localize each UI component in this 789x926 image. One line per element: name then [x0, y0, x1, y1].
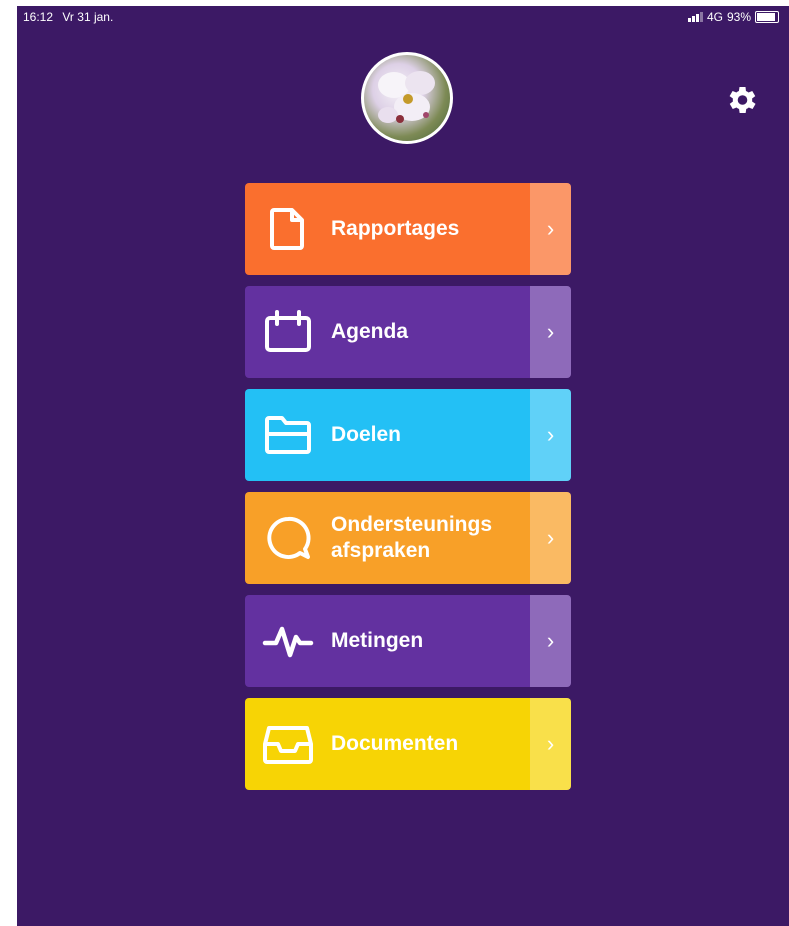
chevron-right-icon: ›: [530, 389, 571, 481]
main-menu: Rapportages › Agenda › Doelen › Onderste…: [245, 183, 571, 801]
calendar-icon: [245, 310, 331, 354]
chevron-right-icon: ›: [530, 492, 571, 584]
folder-icon: [245, 414, 331, 456]
avatar-photo: [378, 71, 435, 123]
menu-item-doelen[interactable]: Doelen ›: [245, 389, 571, 481]
network-label: 4G: [706, 10, 723, 24]
status-time-date: 16:12 Vr 31 jan.: [23, 10, 113, 24]
chevron-right-icon: ›: [530, 595, 571, 687]
pulse-icon: [245, 621, 331, 661]
menu-item-rapportages[interactable]: Rapportages ›: [245, 183, 571, 275]
status-indicators: 4G 93%: [687, 10, 779, 24]
menu-item-metingen[interactable]: Metingen ›: [245, 595, 571, 687]
inbox-tray-icon: [245, 722, 331, 766]
signal-icon: [687, 12, 703, 22]
battery-fill: [757, 13, 776, 21]
document-icon: [245, 207, 331, 251]
chevron-right-icon: ›: [530, 698, 571, 790]
gear-icon[interactable]: [723, 82, 759, 118]
status-date: Vr 31 jan.: [62, 10, 114, 24]
menu-item-documenten[interactable]: Documenten ›: [245, 698, 571, 790]
battery-icon: [755, 11, 779, 23]
avatar[interactable]: [361, 52, 453, 144]
status-time: 16:12: [23, 10, 54, 24]
chevron-right-icon: ›: [530, 183, 571, 275]
status-bar: 16:12 Vr 31 jan. 4G 93%: [17, 6, 789, 28]
app-screen: 16:12 Vr 31 jan. 4G 93% Rapportages › Ag…: [17, 6, 789, 926]
chat-bubble-icon: [245, 515, 331, 561]
battery-label: 93%: [726, 10, 751, 24]
menu-item-ondersteuningsafspraken[interactable]: Ondersteunings afspraken ›: [245, 492, 571, 584]
menu-item-agenda[interactable]: Agenda ›: [245, 286, 571, 378]
chevron-right-icon: ›: [530, 286, 571, 378]
